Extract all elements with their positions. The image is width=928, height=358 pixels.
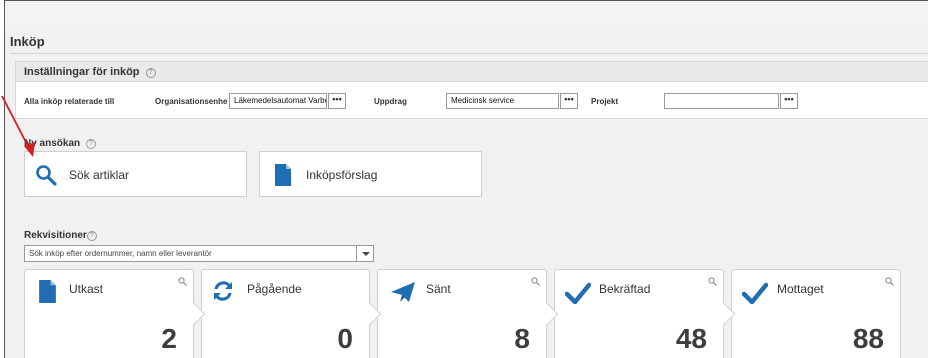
- search-icon[interactable]: [178, 273, 187, 291]
- paper-plane-icon: [391, 282, 415, 307]
- title-divider: [10, 53, 928, 54]
- requisition-search-dropdown[interactable]: Sök inköp efter ordernummer, namn eller …: [24, 245, 374, 262]
- search-icon[interactable]: [708, 273, 717, 291]
- search-icon[interactable]: [531, 273, 540, 291]
- checkmark-icon: [564, 282, 592, 309]
- checkmark-icon: [741, 282, 769, 309]
- assignment-field[interactable]: Medicinsk service: [446, 93, 559, 109]
- search-icon: [35, 164, 57, 191]
- org-unit-label: Organisationsenhe: [155, 97, 228, 106]
- tile-in-progress[interactable]: Pågående 0: [201, 269, 382, 358]
- tile-count: 88: [852, 323, 884, 354]
- org-unit-field[interactable]: Läkemedelsautomat Varbe: [229, 93, 327, 109]
- settings-row: Alla inköp relaterade till Organisations…: [16, 91, 928, 111]
- tile-received[interactable]: Mottaget 88: [731, 269, 901, 358]
- search-articles-button[interactable]: Sök artiklar: [24, 151, 247, 197]
- all-purchases-label: Alla inköp relaterade till: [24, 97, 115, 106]
- tile-count: 48: [675, 323, 707, 354]
- tile-draft[interactable]: Utkast 2: [24, 269, 206, 358]
- purchase-suggestion-button[interactable]: Inköpsförslag: [259, 151, 482, 197]
- assignment-label: Uppdrag: [374, 97, 407, 106]
- project-lookup-button[interactable]: •••: [780, 93, 798, 109]
- tile-label: Sänt: [426, 282, 451, 296]
- new-application-heading: Ny ansökan ?: [24, 138, 96, 149]
- requisition-search-placeholder: Sök inköp efter ordernummer, namn eller …: [29, 249, 212, 258]
- tile-count: 2: [161, 323, 177, 354]
- document-icon: [275, 164, 291, 191]
- chevron-down-icon[interactable]: [356, 246, 373, 261]
- search-icon[interactable]: [885, 273, 894, 291]
- requisitions-label: Rekvisitioner: [24, 230, 87, 241]
- assignment-lookup-button[interactable]: •••: [560, 93, 578, 109]
- settings-header: Inställningar för inköp ?: [16, 62, 928, 82]
- help-icon[interactable]: ?: [86, 231, 97, 241]
- tile-label: Utkast: [69, 282, 104, 296]
- new-application-label: Ny ansökan: [24, 138, 81, 149]
- top-bar: [5, 1, 928, 29]
- help-icon[interactable]: ?: [85, 139, 96, 149]
- refresh-icon: [212, 280, 234, 307]
- tile-sent[interactable]: Sänt 8: [377, 269, 559, 358]
- project-label: Projekt: [591, 97, 619, 106]
- settings-header-label: Inställningar för inköp: [24, 66, 140, 78]
- help-icon[interactable]: ?: [145, 68, 156, 78]
- purchase-suggestion-label: Inköpsförslag: [306, 168, 378, 182]
- search-articles-label: Sök artiklar: [69, 168, 130, 182]
- page-title: Inköp: [10, 34, 45, 49]
- tile-count: 8: [514, 323, 530, 354]
- document-icon: [39, 280, 56, 308]
- app-window: Inköp Inställningar för inköp ? Alla ink…: [4, 0, 928, 358]
- org-unit-lookup-button[interactable]: •••: [328, 93, 346, 109]
- tile-label: Mottaget: [777, 282, 824, 296]
- project-field[interactable]: [664, 93, 779, 109]
- tile-confirmed[interactable]: Bekräftad 48: [554, 269, 736, 358]
- tile-count: 0: [337, 323, 353, 354]
- tile-label: Pågående: [247, 282, 302, 296]
- tile-label: Bekräftad: [599, 282, 651, 296]
- requisitions-heading: Rekvisitioner?: [24, 230, 97, 241]
- purchase-settings-panel: Inställningar för inköp ? Alla inköp rel…: [15, 61, 928, 119]
